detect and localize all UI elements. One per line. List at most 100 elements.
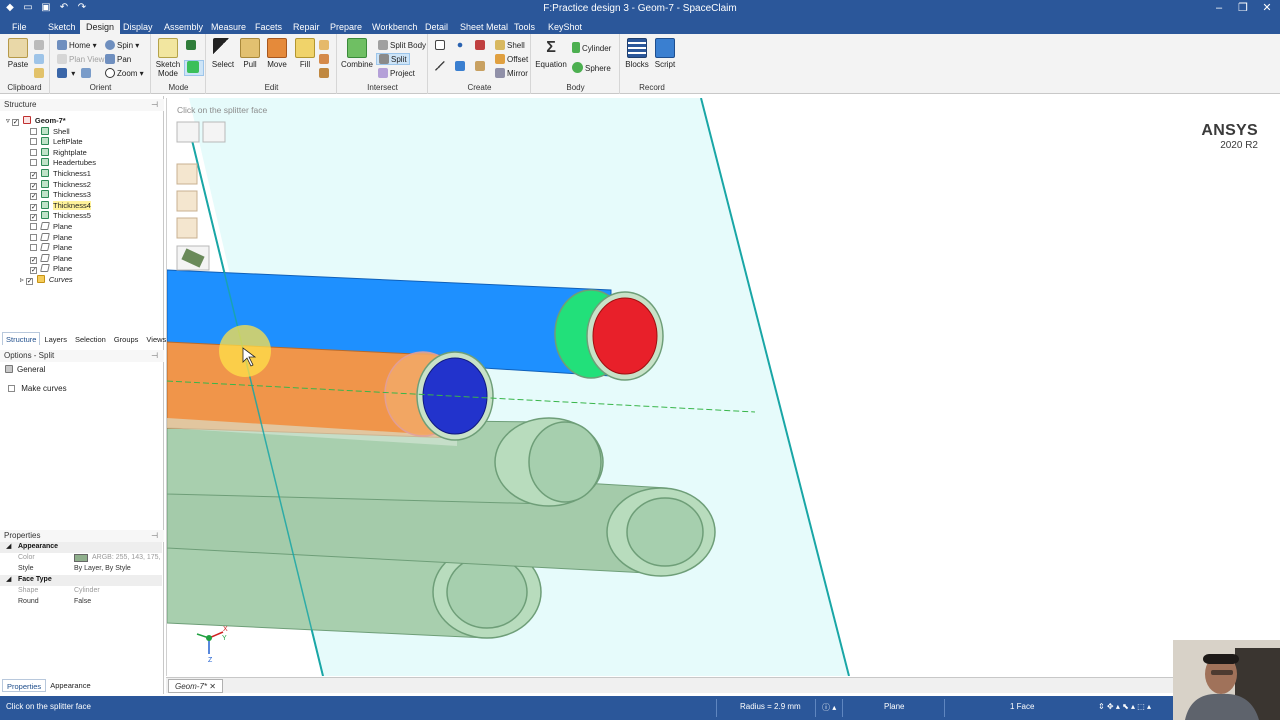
tree-item[interactable]: LeftPlate (30, 137, 83, 148)
tab-sheet-metal[interactable]: Sheet Metal (454, 20, 514, 34)
pull-button[interactable]: Pull (236, 38, 264, 69)
select-target-tool[interactable] (202, 121, 226, 143)
tab-groups[interactable]: Groups (110, 332, 143, 345)
section-mode-button[interactable] (186, 40, 198, 52)
tree-item-root[interactable]: ▿ ✓ Geom-7* (6, 116, 66, 127)
color-swatch[interactable] (74, 554, 88, 562)
point-tool[interactable] (455, 40, 467, 52)
property-row-round[interactable]: Round False (0, 597, 162, 608)
split-body-button[interactable]: Split Body (378, 40, 426, 52)
make-curves-option[interactable]: Make curves (8, 384, 67, 395)
visibility-checkbox[interactable]: ✓ (30, 182, 37, 190)
blend-button[interactable] (319, 40, 331, 52)
view-cube-button[interactable]: ▾ (57, 68, 93, 80)
visibility-checkbox[interactable]: ✓ (30, 267, 37, 275)
tree-item[interactable]: ✓ Thickness3 (30, 190, 91, 201)
spin-button[interactable]: Spin ▾ (105, 40, 139, 52)
project-button[interactable]: Project (378, 68, 415, 80)
pin-icon[interactable]: ⊣ (151, 350, 158, 362)
visibility-checkbox[interactable]: ✓ (30, 193, 37, 201)
tree-item[interactable]: ✓ Thickness4 (30, 200, 91, 212)
sketch-mode-button[interactable]: Sketch Mode (154, 38, 182, 78)
select-splitter-tool[interactable] (176, 121, 200, 143)
property-category-face-type[interactable]: ◢ Face Type (0, 575, 162, 586)
offset-button[interactable]: Offset (495, 54, 528, 66)
tree-item-curves[interactable]: ▹ ✓ Curves (20, 275, 73, 286)
tab-design[interactable]: Design (80, 20, 121, 34)
axis-tool[interactable] (475, 40, 487, 52)
pattern-tool[interactable] (475, 61, 487, 73)
move-button[interactable]: Move (263, 38, 291, 69)
visibility-checkbox[interactable] (30, 138, 37, 146)
3d-mode-button[interactable] (184, 60, 204, 76)
visibility-checkbox[interactable]: ✓ (30, 256, 37, 264)
tab-file[interactable]: File (6, 20, 33, 34)
close-tab-icon[interactable]: ✕ (209, 682, 216, 691)
collapse-icon[interactable]: ◢ (6, 575, 11, 586)
equation-button[interactable]: Σ Equation (534, 38, 568, 69)
tab-selection[interactable]: Selection (71, 332, 110, 345)
tweak-face-button[interactable] (319, 54, 331, 66)
pan-button[interactable]: Pan (105, 54, 131, 66)
paste-button[interactable]: Paste (4, 38, 32, 69)
selection-filter[interactable]: Plane (884, 702, 904, 711)
property-category-appearance[interactable]: ◢ Appearance (0, 542, 162, 553)
property-row-color[interactable]: Color ARGB: 255, 143, 175, (0, 553, 162, 564)
fill-button[interactable]: Fill (291, 38, 319, 69)
replace-button[interactable] (319, 68, 331, 80)
visibility-checkbox[interactable]: ✓ (25, 278, 33, 285)
tree-item[interactable]: Shell (30, 126, 70, 138)
shell-button[interactable]: Shell (495, 40, 525, 52)
model-canvas[interactable]: X Y Z (167, 98, 1280, 676)
combine-button[interactable]: Combine (340, 38, 374, 69)
tab-measure[interactable]: Measure (205, 20, 252, 34)
sphere-button[interactable]: Sphere (572, 62, 611, 74)
visibility-checkbox[interactable] (30, 148, 37, 156)
tab-facets[interactable]: Facets (249, 20, 288, 34)
tab-tools[interactable]: Tools (508, 20, 541, 34)
format-painter-button[interactable] (34, 68, 46, 80)
tab-workbench[interactable]: Workbench (366, 20, 423, 34)
selection-tools-icon[interactable]: ⇕ ✥ ▴ ⬉ ▴ ⬚ ▴ (1098, 702, 1151, 711)
plan-view-button[interactable]: Plan View (57, 54, 104, 66)
pin-icon[interactable]: ⊣ (151, 99, 158, 111)
tab-prepare[interactable]: Prepare (324, 20, 368, 34)
visibility-checkbox[interactable] (30, 127, 37, 135)
collapse-icon[interactable]: ◢ (6, 542, 11, 553)
tab-repair[interactable]: Repair (287, 20, 326, 34)
tree-item[interactable]: ✓ Thickness5 (30, 211, 91, 222)
tree-item[interactable]: Plane (30, 232, 72, 244)
select-button[interactable]: Select (209, 38, 237, 69)
visibility-checkbox[interactable] (30, 223, 37, 230)
property-row-shape[interactable]: Shape Cylinder (0, 586, 162, 597)
blocks-button[interactable]: Blocks (623, 38, 651, 69)
tube-orange[interactable] (167, 341, 494, 446)
tree-item[interactable]: ✓ Plane (30, 253, 72, 265)
tab-display[interactable]: Display (117, 20, 159, 34)
tree-item[interactable]: ✓ Thickness2 (30, 179, 91, 191)
zoom-button[interactable]: Zoom ▾ (105, 68, 144, 80)
property-row-style[interactable]: Style By Layer, By Style (0, 564, 162, 575)
tab-detail[interactable]: Detail (419, 20, 454, 34)
options-general-section[interactable]: General (5, 365, 45, 376)
tab-layers[interactable]: Layers (40, 332, 71, 345)
tree-item[interactable]: ✓ Plane (30, 264, 72, 275)
visibility-checkbox[interactable]: ✓ (11, 119, 19, 126)
line-tool[interactable] (435, 61, 447, 73)
tree-item[interactable]: Rightplate (30, 147, 87, 159)
tab-structure[interactable]: Structure (2, 332, 41, 345)
home-button[interactable]: Home ▾ (57, 40, 97, 52)
tab-assembly[interactable]: Assembly (158, 20, 209, 34)
close-icon[interactable]: ✕ (1260, 1, 1274, 15)
visibility-checkbox[interactable] (30, 244, 37, 252)
visibility-checkbox[interactable]: ✓ (30, 203, 37, 211)
make-curves-checkbox[interactable] (8, 385, 15, 392)
cylinder-button[interactable]: Cylinder (572, 42, 611, 54)
tree-item[interactable]: Plane (30, 222, 72, 233)
split-tool-option-1[interactable] (176, 163, 198, 185)
tree-item[interactable]: ✓ Thickness1 (30, 169, 91, 180)
info-icon[interactable]: ⓘ ▴ (822, 702, 836, 713)
tree-item[interactable]: Plane (30, 243, 72, 254)
pin-icon[interactable]: ⊣ (151, 530, 158, 542)
restore-icon[interactable]: ❐ (1236, 1, 1250, 15)
